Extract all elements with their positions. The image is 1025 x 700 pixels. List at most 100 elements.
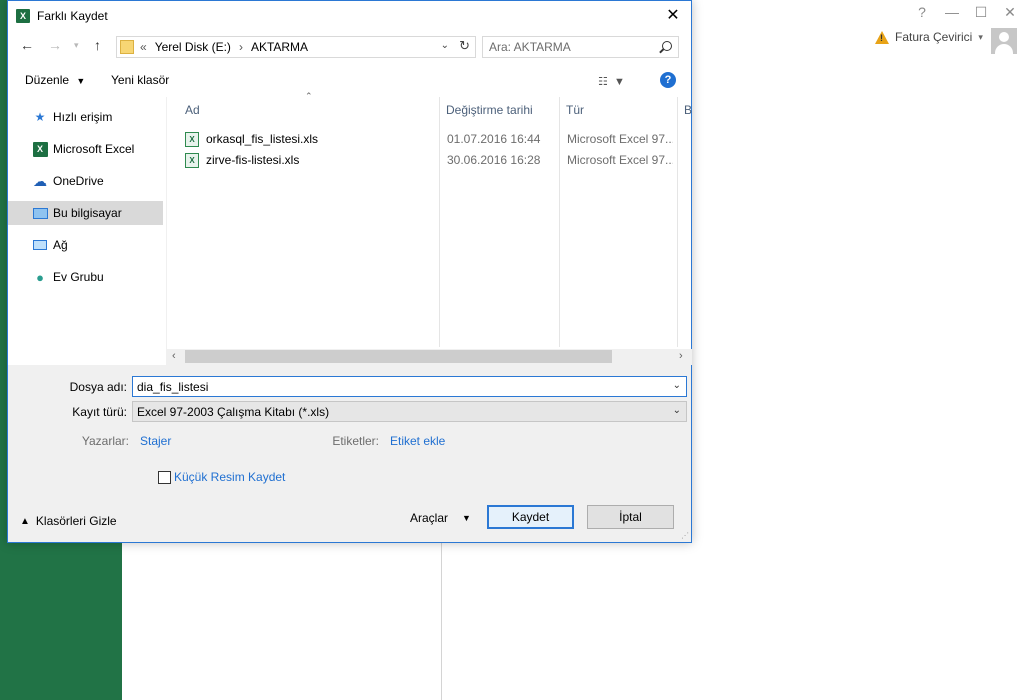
horizontal-scrollbar[interactable]: ‹ › [167, 349, 692, 365]
save-options-form: Dosya adı: dia_fis_listesi ⌄ Kayıt türü:… [8, 365, 691, 542]
nav-item-quick-access[interactable]: ★ Hızlı erişim [8, 105, 163, 129]
excel-file-icon: X [185, 152, 199, 168]
table-row[interactable]: X zirve-fis-listesi.xls 30.06.2016 16:28… [185, 150, 685, 170]
folder-icon [120, 40, 134, 54]
cancel-button[interactable]: İptal [587, 505, 674, 529]
breadcrumb-drive[interactable]: Yerel Disk (E:) [155, 40, 231, 54]
nav-item-label: Ev Grubu [53, 270, 104, 284]
filename-value: dia_fis_listesi [137, 379, 209, 394]
help-icon[interactable]: ? [660, 72, 676, 88]
file-type: Microsoft Excel 97... [567, 153, 673, 167]
tags-field[interactable]: Etiket ekle [390, 434, 445, 448]
chevron-down-icon: ⌄ [672, 405, 681, 416]
refresh-icon[interactable]: ↻ [459, 38, 470, 54]
nav-item-label: Hızlı erişim [53, 110, 113, 124]
maximize-button[interactable]: ☐ [969, 4, 993, 21]
chevron-down-icon[interactable]: ▼ [462, 513, 471, 523]
avatar[interactable] [991, 28, 1017, 54]
file-list: ⌃ Ad Değiştirme tarihi Tür B X orkasql_f… [166, 91, 692, 365]
chevron-up-icon: ▲ [20, 515, 30, 527]
chevron-down-icon: ▼ [76, 76, 86, 86]
nav-item-label: Microsoft Excel [53, 142, 135, 156]
file-modified: 30.06.2016 16:28 [447, 153, 541, 167]
close-icon[interactable]: ✕ [663, 5, 683, 25]
search-icon [662, 41, 672, 51]
nav-item-network[interactable]: Ağ [8, 233, 163, 257]
filetype-label: Kayıt türü: [72, 405, 127, 419]
save-thumbnail-label[interactable]: Küçük Resim Kaydet [174, 470, 285, 484]
authors-label: Yazarlar: [81, 434, 129, 448]
column-header-type[interactable]: Tür [566, 103, 584, 117]
search-input[interactable]: Ara: AKTARMA [482, 36, 679, 58]
computer-icon [32, 205, 48, 221]
nav-item-microsoft-excel[interactable]: X Microsoft Excel [8, 137, 163, 161]
file-modified: 01.07.2016 16:44 [447, 132, 541, 146]
nav-item-label: OneDrive [53, 174, 104, 188]
file-type: Microsoft Excel 97... [567, 132, 673, 146]
chevron-down-icon: ▾ [978, 31, 983, 42]
filetype-value: Excel 97-2003 Çalışma Kitabı (*.xls) [137, 404, 330, 419]
hide-folders-button[interactable]: ▲ Klasörleri Gizle [20, 514, 117, 528]
new-folder-button[interactable]: Yeni klasör [111, 73, 169, 87]
filename-input[interactable]: dia_fis_listesi ⌄ [132, 376, 687, 397]
cloud-icon: ☁ [33, 172, 47, 189]
hide-folders-label: Klasörleri Gizle [35, 514, 117, 528]
nav-item-this-pc[interactable]: Bu bilgisayar [8, 201, 163, 225]
scrollbar-thumb[interactable] [185, 350, 612, 363]
recent-chevron-icon[interactable]: ▾ [74, 40, 79, 51]
address-bar[interactable]: « Yerel Disk (E:) › AKTARMA ⌄ ↻ [116, 36, 476, 58]
excel-icon: X [16, 9, 30, 23]
backstage-divider [441, 540, 442, 700]
forward-arrow-icon[interactable]: → [48, 37, 62, 53]
breadcrumb-overflow[interactable]: « [140, 40, 147, 54]
filetype-select[interactable]: Excel 97-2003 Çalışma Kitabı (*.xls) ⌄ [132, 401, 687, 422]
save-as-dialog: X Farklı Kaydet ✕ ← → ▾ ↑ « Yerel Disk (… [7, 0, 692, 543]
navigation-pane: ★ Hızlı erişim X Microsoft Excel ☁ OneDr… [8, 97, 166, 365]
nav-item-label: Ağ [53, 238, 68, 252]
organize-label: Düzenle [25, 73, 70, 87]
help-button[interactable]: ? [910, 4, 934, 20]
resize-grip-icon[interactable]: ⋰ [681, 531, 689, 540]
excel-icon: X [32, 141, 48, 157]
minimize-button[interactable]: — [940, 4, 964, 20]
dialog-title: Farklı Kaydet [37, 9, 108, 23]
address-row: ← → ▾ ↑ « Yerel Disk (E:) › AKTARMA ⌄ ↻ … [8, 34, 691, 60]
warning-icon [875, 30, 889, 44]
sort-ascending-icon: ⌃ [305, 91, 313, 101]
table-row[interactable]: X orkasql_fis_listesi.xls 01.07.2016 16:… [185, 129, 685, 149]
back-arrow-icon[interactable]: ← [20, 37, 34, 53]
user-name: Fatura Çevirici [895, 30, 973, 44]
tools-button[interactable]: Araçlar [410, 511, 448, 525]
view-options-icon[interactable]: ☷ ▼ [598, 75, 625, 88]
account-area[interactable]: Fatura Çevirici ▾ [875, 30, 983, 44]
star-icon: ★ [34, 110, 46, 124]
file-name: zirve-fis-listesi.xls [206, 153, 300, 167]
command-bar: Düzenle ▼ Yeni klasör ☷ ▼ ? [8, 69, 691, 95]
close-window-button[interactable]: ✕ [998, 4, 1022, 21]
scroll-right-icon[interactable]: › [679, 350, 683, 362]
search-placeholder: Ara: AKTARMA [489, 40, 571, 54]
tags-label: Etiketler: [332, 434, 379, 448]
column-header-size[interactable]: B [684, 103, 692, 117]
nav-item-label: Bu bilgisayar [53, 206, 122, 220]
chevron-down-icon[interactable]: ⌄ [441, 40, 449, 51]
authors-field[interactable]: Stajer [140, 434, 171, 448]
filename-label: Dosya adı: [69, 380, 127, 394]
column-header-name[interactable]: Ad [185, 103, 200, 117]
column-header-modified[interactable]: Değiştirme tarihi [446, 103, 533, 117]
homegroup-icon: ● [36, 269, 44, 285]
save-button[interactable]: Kaydet [487, 505, 574, 529]
scroll-left-icon[interactable]: ‹ [172, 350, 176, 362]
dialog-titlebar: X Farklı Kaydet [8, 1, 691, 31]
save-thumbnail-checkbox[interactable] [158, 471, 171, 484]
nav-item-homegroup[interactable]: ● Ev Grubu [8, 265, 163, 289]
network-icon [32, 237, 48, 253]
nav-item-onedrive[interactable]: ☁ OneDrive [8, 169, 163, 193]
organize-button[interactable]: Düzenle ▼ [25, 73, 85, 87]
breadcrumb-folder[interactable]: AKTARMA [251, 40, 308, 54]
breadcrumb-separator[interactable]: › [239, 40, 243, 54]
file-name: orkasql_fis_listesi.xls [206, 132, 319, 146]
chevron-down-icon[interactable]: ⌄ [673, 380, 681, 391]
excel-file-icon: X [185, 131, 199, 147]
up-arrow-icon[interactable]: ↑ [94, 37, 101, 53]
